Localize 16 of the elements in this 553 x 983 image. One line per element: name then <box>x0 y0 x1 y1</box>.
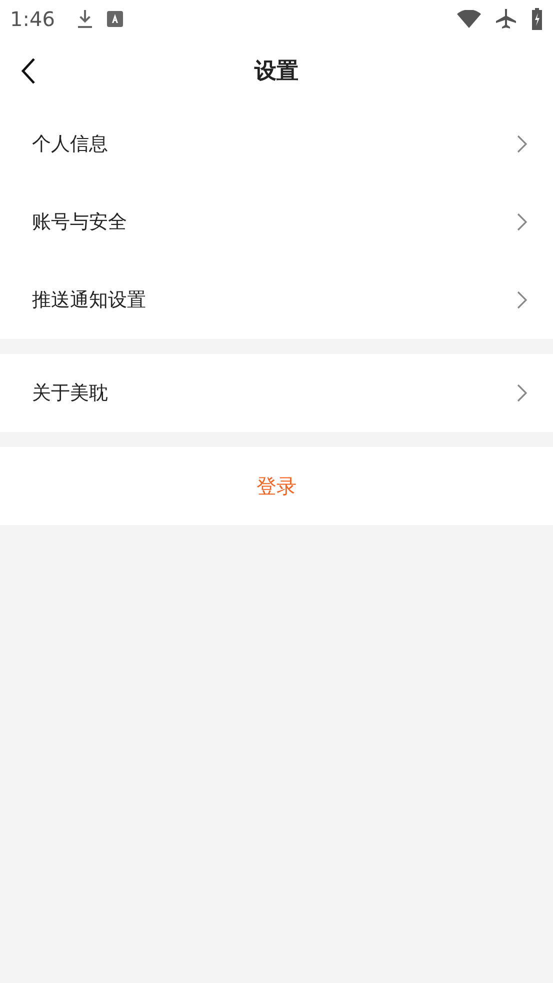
settings-row[interactable]: 账号与安全 <box>0 183 553 261</box>
status-time: 1:46 <box>10 6 55 30</box>
chevron-icon <box>517 291 527 309</box>
settings-row[interactable]: 推送通知设置 <box>0 261 553 339</box>
download-icon <box>76 8 93 28</box>
airplane-icon <box>495 8 517 30</box>
keyboard-a-icon <box>106 10 123 26</box>
chevron-icon <box>517 135 527 153</box>
chevron-icon <box>517 213 527 231</box>
settings-row[interactable]: 关于美耽 <box>0 354 553 432</box>
page-title: 设置 <box>254 58 298 86</box>
chevron-icon <box>517 384 527 402</box>
settings-row[interactable]: 个人信息 <box>0 105 553 183</box>
wifi-icon <box>457 10 481 28</box>
battery-icon <box>531 8 543 30</box>
back-icon[interactable] <box>20 57 36 85</box>
